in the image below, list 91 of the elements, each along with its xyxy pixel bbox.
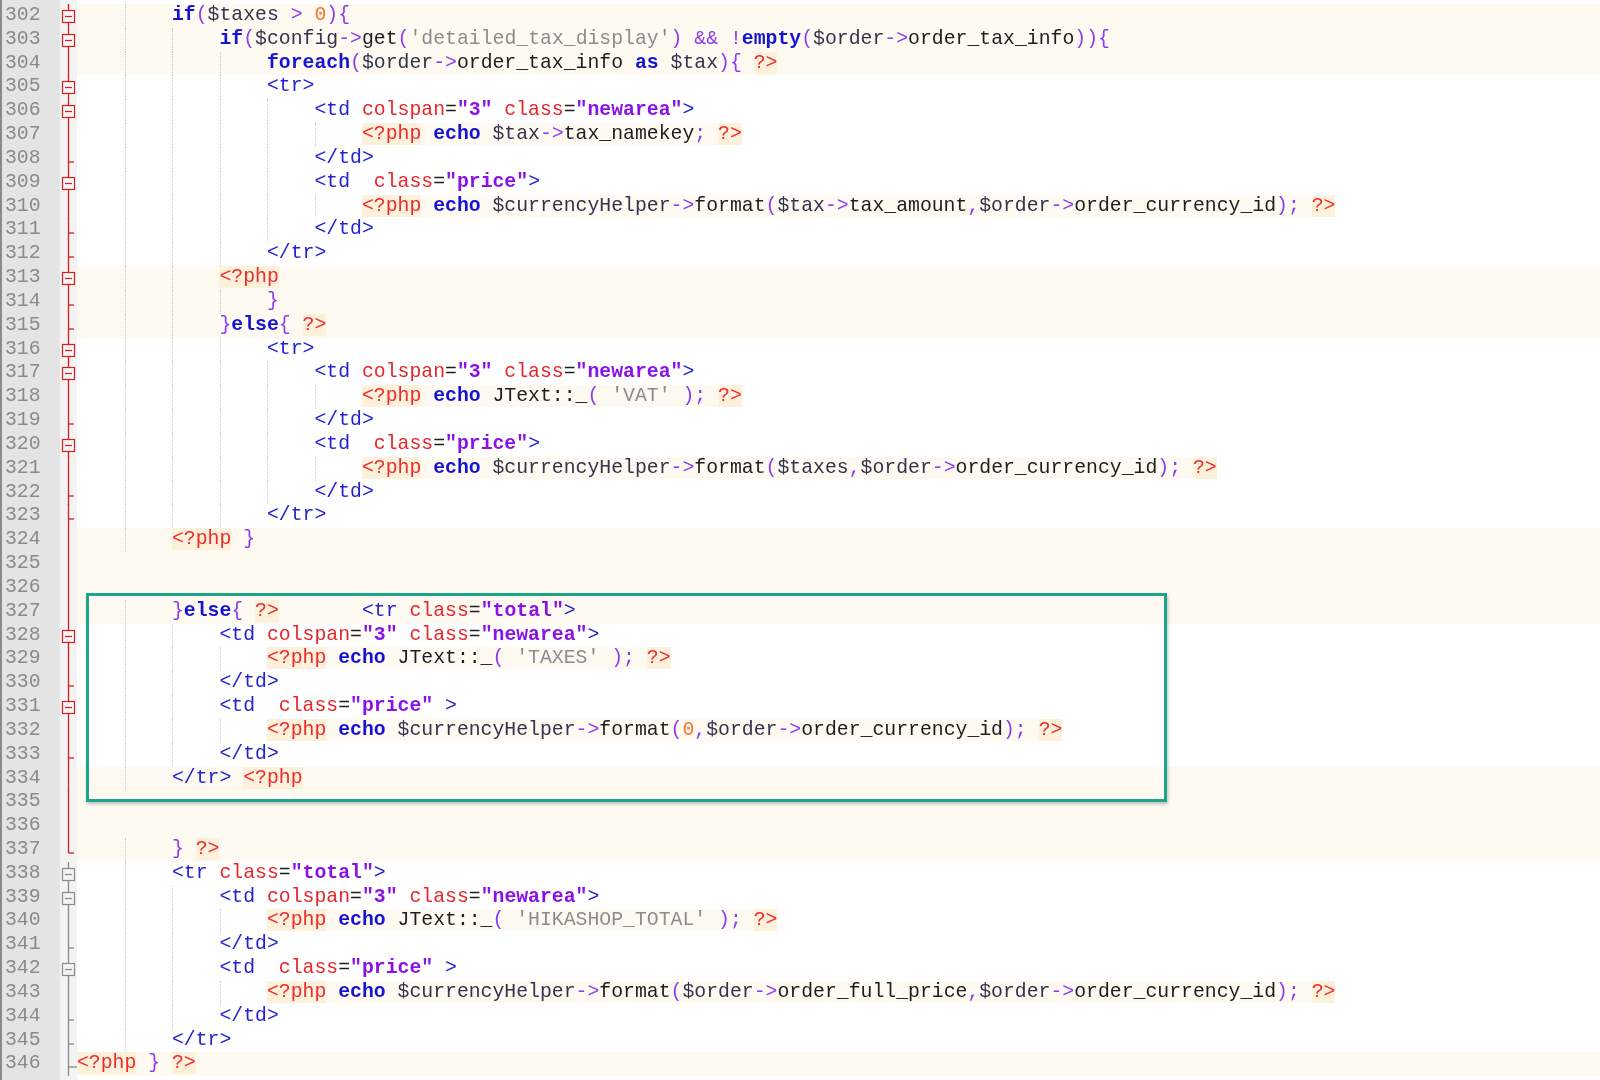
line-number: 341 (4, 933, 42, 958)
line-number: 304 (4, 51, 42, 76)
line-number: 346 (4, 1052, 42, 1077)
collapse-icon[interactable] (60, 27, 77, 52)
line-number: 337 (4, 838, 42, 862)
code-line: </td> (313, 480, 374, 505)
collapse-icon[interactable] (60, 957, 77, 982)
code-line: </td> (313, 218, 374, 243)
line-number: 334 (4, 766, 42, 791)
code-line: </td> (218, 1004, 279, 1029)
line-number: 335 (4, 790, 42, 815)
line-number: 331 (4, 695, 42, 719)
line-number: 339 (4, 885, 42, 910)
code-line: <td class="price"> (313, 432, 540, 457)
line-number: 316 (4, 337, 42, 362)
collapse-icon[interactable] (60, 695, 77, 719)
code-line: </td> (218, 933, 279, 958)
line-number: 338 (4, 861, 42, 886)
code-line: <td colspan="3" class="newarea"> (218, 885, 600, 910)
line-number: 306 (4, 99, 42, 124)
code-line: <td colspan="3" class="newarea"> (313, 361, 695, 386)
line-number: 323 (4, 504, 42, 529)
code-line: <?php } (170, 528, 256, 553)
line-number: 344 (4, 1004, 42, 1029)
code-line: </tr> (265, 242, 327, 267)
code-line: <td colspan="3" class="newarea"> (218, 623, 600, 648)
line-number: 317 (4, 361, 42, 386)
line-number: 325 (4, 552, 42, 576)
line-number: 321 (4, 456, 42, 481)
line-number: 319 (4, 409, 42, 433)
code-line: if($config->get('detailed_tax_display') && !empty($order->order_tax_info)){ (218, 27, 1110, 52)
line-number: 315 (4, 313, 42, 338)
line-number: 318 (4, 385, 42, 410)
code-line: </td> (218, 742, 279, 767)
code-line: if($taxes > 0){ (170, 4, 351, 28)
code-line: <td class="price"> (313, 170, 540, 195)
code-line: }else{ ?> (218, 313, 327, 338)
collapse-icon[interactable] (60, 266, 77, 291)
code-line: </td> (313, 146, 374, 171)
collapse-icon[interactable] (60, 361, 77, 386)
collapse-icon[interactable] (60, 4, 77, 28)
line-number: 302 (4, 4, 42, 28)
code-line: </tr> (265, 504, 327, 529)
code-line: </td> (218, 671, 279, 695)
line-number: 310 (4, 194, 42, 219)
line-number: 342 (4, 957, 42, 981)
line-number: 322 (4, 480, 42, 505)
line-number: 314 (4, 289, 42, 314)
line-number: 330 (4, 671, 42, 695)
collapse-icon[interactable] (60, 623, 77, 648)
code-line: <td colspan="3" class="newarea"> (313, 99, 695, 124)
line-number: 309 (4, 170, 42, 195)
code-line: } (265, 289, 279, 314)
line-number: 320 (4, 432, 42, 457)
line-number: 303 (4, 27, 42, 52)
line-number: 329 (4, 647, 42, 672)
code-line: }else{ ?> <tr class="total"> (170, 599, 576, 624)
code-line: foreach($order->order_tax_info as $tax){ ?> (265, 51, 778, 76)
code-line: </tr> (170, 1028, 232, 1053)
line-number: 308 (4, 146, 42, 171)
line-number: 332 (4, 718, 42, 743)
code-line: <td class="price" > (218, 695, 457, 719)
code-line: </td> (313, 409, 374, 433)
collapse-icon[interactable] (60, 885, 77, 910)
line-number: 343 (4, 980, 42, 1005)
collapse-icon[interactable] (60, 99, 77, 124)
line-number: 333 (4, 742, 42, 767)
code-line: <tr> (265, 337, 315, 362)
line-number: 313 (4, 266, 42, 290)
line-number: 336 (4, 814, 42, 838)
line-number: 326 (4, 575, 42, 600)
code-line: <tr> (265, 75, 315, 100)
line-number: 307 (4, 123, 42, 147)
code-line: <?php } ?> (77, 1052, 196, 1077)
line-number: 340 (4, 909, 42, 934)
collapse-icon[interactable] (60, 170, 77, 195)
line-number: 327 (4, 599, 42, 624)
line-number: 305 (4, 75, 42, 100)
code-line: <tr class="total"> (170, 861, 386, 886)
line-number: 311 (4, 218, 42, 243)
collapse-icon[interactable] (60, 861, 77, 886)
collapse-icon[interactable] (60, 337, 77, 362)
line-number: 345 (4, 1028, 42, 1053)
collapse-icon[interactable] (60, 432, 77, 457)
code-line: <td class="price" > (218, 957, 457, 981)
line-number: 328 (4, 623, 42, 648)
line-number: 312 (4, 242, 42, 267)
code-line: } ?> (170, 838, 220, 862)
collapse-icon[interactable] (60, 75, 77, 100)
line-number: 324 (4, 528, 42, 553)
code-line: </tr> <?php (170, 766, 303, 791)
